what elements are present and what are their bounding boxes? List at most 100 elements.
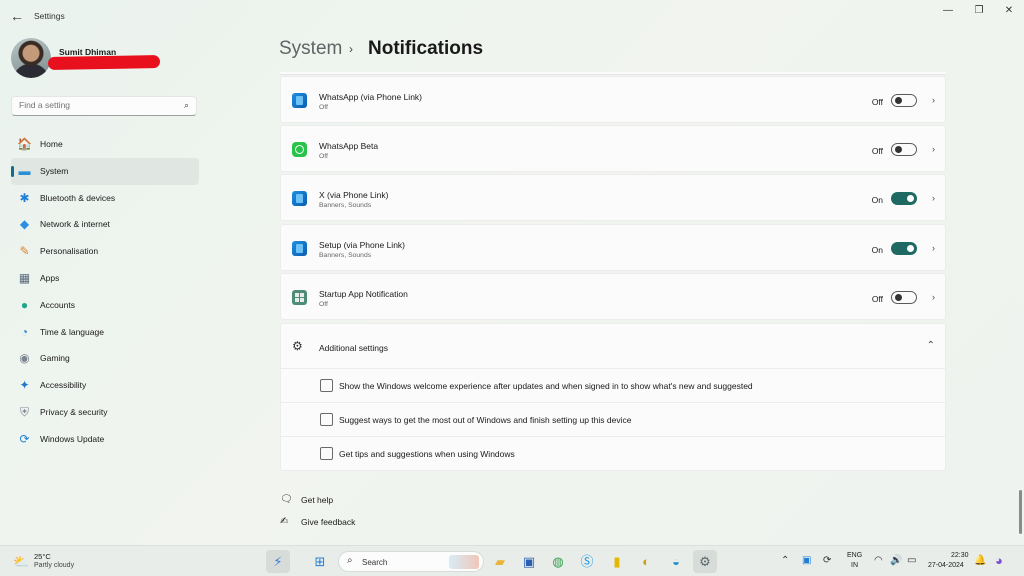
sidebar-item-accessibility[interactable]: ✦ Accessibility: [11, 372, 199, 399]
accessibility-icon: ✦: [19, 378, 30, 393]
chevron-up-icon[interactable]: ⌃: [781, 555, 789, 566]
weather-temperature[interactable]: 25°C: [34, 552, 51, 561]
sidebar-item-personalisation[interactable]: ✎ Personalisation: [11, 238, 199, 265]
notification-toggle[interactable]: [891, 242, 917, 255]
home-icon: 🏠: [17, 137, 32, 151]
sidebar-item-label: Gaming: [40, 353, 70, 364]
taskbar-search[interactable]: ⌕ Search: [338, 551, 484, 572]
notification-toggle[interactable]: [891, 192, 917, 205]
sidebar-item-bluetooth-devices[interactable]: ✱ Bluetooth & devices: [11, 185, 199, 212]
help-chat-icon: 🗨: [280, 494, 293, 505]
battery-icon[interactable]: ▭: [907, 555, 916, 566]
toggle-state-label: Off: [871, 146, 883, 156]
search-highlight-image: [449, 555, 479, 569]
taskbar-store-icon[interactable]: ▣: [517, 550, 541, 573]
back-button[interactable]: ←: [8, 7, 26, 25]
app-notification-row[interactable]: Setup (via Phone Link) Banners, Sounds On ›: [280, 224, 946, 271]
taskbar-edge-icon[interactable]: ◒: [664, 550, 688, 573]
phonelink-app-icon: [292, 191, 307, 206]
weather-description[interactable]: Partly cloudy: [34, 562, 74, 569]
find-setting-input[interactable]: [19, 100, 169, 110]
option-label: Suggest ways to get the most out of Wind…: [339, 415, 632, 425]
shield-icon: ⛨: [19, 404, 29, 419]
sidebar-item-label: Windows Update: [40, 433, 105, 444]
sidebar-item-home[interactable]: 🏠 Home: [11, 131, 199, 158]
additional-option-row[interactable]: Show the Windows welcome experience afte…: [281, 369, 945, 403]
give-feedback-label: Give feedback: [301, 517, 356, 527]
gamepad-icon: ◉: [19, 351, 30, 366]
taskbar-chrome-icon[interactable]: ◍: [546, 550, 570, 573]
option-checkbox[interactable]: [320, 447, 333, 460]
sidebar-item-label: Bluetooth & devices: [40, 192, 116, 203]
notification-bell-icon[interactable]: 🔔: [974, 555, 986, 566]
app-notification-row[interactable]: WhatsApp (via Phone Link) Off Off ›: [280, 76, 946, 123]
taskbar-skype-icon[interactable]: Ⓢ: [575, 550, 599, 573]
sync-icon[interactable]: ⟳: [823, 555, 831, 566]
chevron-right-icon[interactable]: ›: [932, 193, 935, 203]
scrollbar-thumb[interactable]: [1019, 490, 1022, 534]
sidebar-item-windows-update[interactable]: ⟳ Windows Update: [11, 426, 199, 453]
sidebar-item-label: Accessibility: [40, 380, 87, 391]
sidebar-item-system[interactable]: ▬ System: [11, 157, 199, 185]
minimize-button[interactable]: —: [933, 4, 963, 18]
taskbar-sticky-notes-icon[interactable]: ▮: [605, 550, 629, 573]
sidebar-item-label: Privacy & security: [40, 406, 108, 417]
taskbar-settings-icon[interactable]: ⚙: [693, 550, 717, 573]
app-notification-row[interactable]: WhatsApp Beta Off Off ›: [280, 125, 946, 172]
avatar[interactable]: [11, 38, 51, 78]
chevron-up-icon[interactable]: ⌃: [927, 340, 935, 351]
chevron-right-icon[interactable]: ›: [932, 95, 935, 105]
breadcrumb-separator: ›: [349, 42, 353, 56]
taskbar-start-icon[interactable]: ⊞: [308, 550, 332, 573]
app-name: WhatsApp Beta: [319, 141, 379, 151]
clock-date[interactable]: 27-04-2024: [928, 562, 964, 569]
language-indicator[interactable]: ENG: [847, 552, 862, 559]
taskbar-chat-app-icon[interactable]: ◐: [634, 550, 658, 573]
phone-link-icon[interactable]: ▣: [802, 555, 811, 566]
notification-toggle[interactable]: [891, 143, 917, 156]
app-notification-summary: Off: [319, 153, 328, 160]
additional-settings-header[interactable]: ⚙ Additional settings ⌃: [281, 324, 945, 369]
taskbar: ⛅ 25°C Partly cloudy ⚡ ⊞ ▰ ▣ ◍ Ⓢ ▮ ◐ ◒ ⚙ ⌕ Search…: [0, 545, 1024, 576]
sun-cloud-icon[interactable]: ⛅: [13, 554, 29, 570]
language-region[interactable]: IN: [851, 562, 858, 569]
sidebar-item-time-language[interactable]: ◔ Time & language: [11, 319, 199, 346]
additional-option-row[interactable]: Suggest ways to get the most out of Wind…: [281, 403, 945, 437]
app-name: Setup (via Phone Link): [319, 240, 405, 250]
chevron-right-icon[interactable]: ›: [932, 243, 935, 253]
chevron-right-icon[interactable]: ›: [932, 292, 935, 302]
close-button[interactable]: ✕: [994, 4, 1024, 18]
sidebar-item-label: Network & internet: [40, 219, 110, 230]
sidebar-item-accounts[interactable]: ● Accounts: [11, 292, 199, 319]
wifi-icon[interactable]: ◠: [874, 555, 883, 566]
search-icon[interactable]: ⌕: [184, 100, 189, 111]
clock-time[interactable]: 22:30: [951, 552, 969, 559]
taskbar-file-explorer-icon[interactable]: ▰: [488, 550, 512, 573]
app-notification-summary: Off: [319, 104, 328, 111]
brush-icon: ✎: [19, 244, 30, 259]
monitor-icon: ▬: [18, 163, 31, 178]
sidebar-item-gaming[interactable]: ◉ Gaming: [11, 345, 199, 372]
sidebar-item-privacy-security[interactable]: ⛨ Privacy & security: [11, 399, 199, 426]
find-setting-box[interactable]: ⌕: [11, 96, 197, 116]
restore-button[interactable]: ❐: [964, 4, 994, 18]
app-notification-row[interactable]: Startup App Notification Off Off ›: [280, 273, 946, 320]
list-scroll-edge: [280, 72, 946, 75]
taskbar-search-label: Search: [362, 558, 388, 567]
sidebar-item-apps[interactable]: ▦ Apps: [11, 265, 199, 292]
volume-icon[interactable]: 🔊: [890, 555, 902, 566]
notification-toggle[interactable]: [891, 291, 917, 304]
taskbar-widgets-icon[interactable]: ⚡: [266, 550, 290, 573]
app-notification-row[interactable]: X (via Phone Link) Banners, Sounds On ›: [280, 174, 946, 221]
sidebar-item-network-internet[interactable]: ◆ Network & internet: [11, 211, 199, 238]
option-checkbox[interactable]: [320, 413, 333, 426]
toggle-state-label: Off: [871, 294, 883, 304]
breadcrumb-system[interactable]: System: [279, 38, 342, 60]
bluetooth-icon: ✱: [19, 190, 30, 205]
sidebar-item-label: Personalisation: [40, 246, 99, 257]
additional-option-row[interactable]: Get tips and suggestions when using Wind…: [281, 437, 945, 471]
copilot-icon[interactable]: ◕: [995, 553, 1003, 568]
option-checkbox[interactable]: [320, 379, 333, 392]
chevron-right-icon[interactable]: ›: [932, 144, 935, 154]
notification-toggle[interactable]: [891, 94, 917, 107]
